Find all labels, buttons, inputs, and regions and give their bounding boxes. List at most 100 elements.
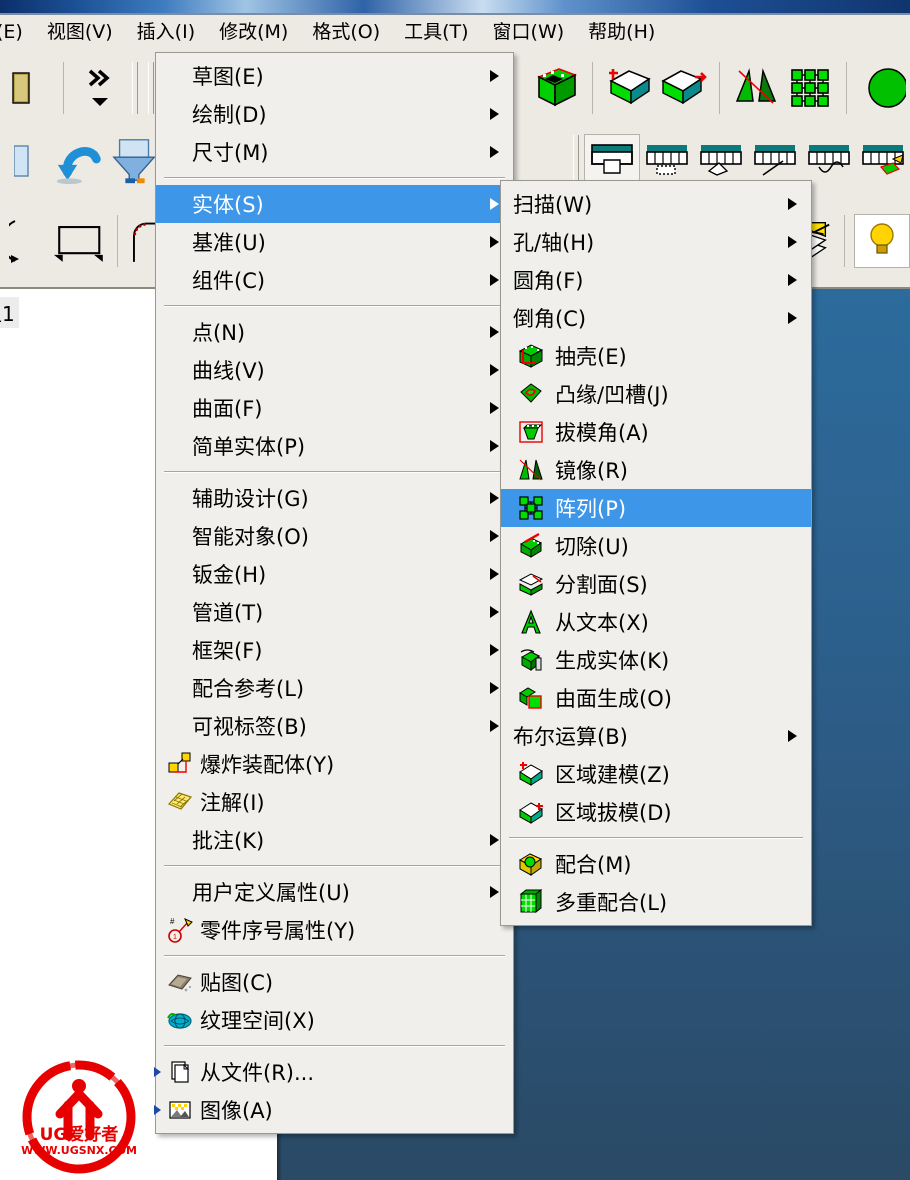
- menu-item-sheet-metal[interactable]: 钣金(H): [156, 555, 513, 593]
- menu-item-piping[interactable]: 管道(T): [156, 593, 513, 631]
- menu-item-aided-design[interactable]: 辅助设计(G): [156, 479, 513, 517]
- menu-item-component[interactable]: 组件(C): [156, 261, 513, 299]
- menubar-help[interactable]: 帮助(H): [576, 20, 667, 44]
- cut-icon: [513, 528, 549, 564]
- menu-item-datum[interactable]: 基准(U): [156, 223, 513, 261]
- menu-item-curve[interactable]: 曲线(V): [156, 351, 513, 389]
- submenu-arrow-icon: [788, 274, 797, 286]
- menu-item-label: 由面生成(O): [555, 687, 672, 711]
- menu-item-label: 从文本(X): [555, 611, 649, 635]
- chevron-double-right-icon[interactable]: [73, 62, 127, 114]
- submenu-item-boolean[interactable]: 布尔运算(B): [501, 717, 811, 755]
- toolbar-separator: [719, 62, 720, 114]
- submenu-item-split-face[interactable]: 分割面(S): [501, 565, 811, 603]
- menu-separator: [164, 865, 505, 867]
- pattern-grid-icon[interactable]: [783, 62, 837, 114]
- arc-icon[interactable]: [0, 215, 54, 267]
- menu-item-point[interactable]: 点(N): [156, 313, 513, 351]
- toolbar-grip[interactable]: [132, 62, 138, 114]
- menu-item-explode-asm[interactable]: 爆炸装配体(Y): [156, 745, 513, 783]
- menu-item-annotation[interactable]: 注解(I): [156, 783, 513, 821]
- menu-item-label: 可视标签(B): [192, 715, 307, 739]
- toolbar-grip[interactable]: [148, 62, 154, 114]
- feature-tree-item[interactable]: 型1: [0, 297, 19, 328]
- submenu-arrow-icon: [490, 530, 499, 542]
- menubar-view[interactable]: 视图(V): [35, 20, 125, 44]
- menu-item-label: 框架(F): [192, 639, 263, 663]
- menu-item-simple-solid[interactable]: 简单实体(P): [156, 427, 513, 465]
- sketch-rect-icon[interactable]: [0, 135, 54, 187]
- menu-item-label: 生成实体(K): [555, 649, 670, 673]
- menubar-modify[interactable]: 修改(M): [207, 20, 300, 44]
- menubar-edit[interactable]: (E): [0, 20, 35, 44]
- menu-item-label: 注解(I): [200, 791, 265, 815]
- menu-item-texture-space[interactable]: 纹理空间(X): [156, 1001, 513, 1039]
- toolbar-separator: [592, 62, 593, 114]
- explode-assembly-icon: [162, 746, 198, 782]
- menubar-format[interactable]: 格式(O): [300, 20, 392, 44]
- menu-item-label: 圆角(F): [513, 269, 584, 293]
- extrude-solid-icon[interactable]: [529, 62, 583, 114]
- menu-item-label: 零件序号属性(Y): [200, 919, 356, 943]
- menu-item-comment[interactable]: 批注(K): [156, 821, 513, 859]
- lightbulb-icon[interactable]: [854, 214, 910, 268]
- funnel-dimension-icon[interactable]: [108, 135, 162, 187]
- menu-item-sketch[interactable]: 草图(E): [156, 57, 513, 95]
- menu-item-smart-object[interactable]: 智能对象(O): [156, 517, 513, 555]
- submenu-item-region-draft[interactable]: 区域拔模(D): [501, 793, 811, 831]
- sphere-icon[interactable]: [856, 62, 910, 114]
- submenu-item-from-faces[interactable]: 由面生成(O): [501, 679, 811, 717]
- submenu-item-multi-mate[interactable]: 多重配合(L): [501, 883, 811, 921]
- menu-item-user-property[interactable]: 用户定义属性(U): [156, 873, 513, 911]
- menu-bar[interactable]: (E)视图(V)插入(I)修改(M)格式(O)工具(T)窗口(W)帮助(H): [0, 15, 910, 50]
- menu-item-frame[interactable]: 框架(F): [156, 631, 513, 669]
- submenu-item-rib-groove[interactable]: 凸缘/凹槽(J): [501, 375, 811, 413]
- menu-item-label: 钣金(H): [192, 563, 267, 587]
- menubar-window[interactable]: 窗口(W): [481, 20, 577, 44]
- submenu-item-from-text[interactable]: 从文本(X): [501, 603, 811, 641]
- submenu-item-make-solid[interactable]: 生成实体(K): [501, 641, 811, 679]
- region-draft-icon: [513, 794, 549, 830]
- submenu-item-sweep[interactable]: 扫描(W): [501, 185, 811, 223]
- menu-item-from-file[interactable]: 从文件(R)...: [154, 1053, 513, 1091]
- menu-item-label: 抽壳(E): [555, 345, 627, 369]
- menu-item-label: 镜像(R): [555, 459, 628, 483]
- submenu-item-mate[interactable]: 配合(M): [501, 845, 811, 883]
- svg-text:1: 1: [173, 934, 177, 941]
- submenu-item-cut[interactable]: 切除(U): [501, 527, 811, 565]
- submenu-item-region-model[interactable]: 区域建模(Z): [501, 755, 811, 793]
- mirror-icon[interactable]: [729, 62, 783, 114]
- insert-dropdown-menu[interactable]: 草图(E) 绘制(D) 尺寸(M) 实体(S) 基准(U) 组件(C) 点(N) 曲线(V) 曲…: [154, 52, 514, 1134]
- menu-item-surface[interactable]: 曲面(F): [156, 389, 513, 427]
- submenu-item-pattern[interactable]: 阵列(P): [501, 489, 811, 527]
- submenu-item-chamfer[interactable]: 倒角(C): [501, 299, 811, 337]
- shell-minus-icon[interactable]: [656, 62, 710, 114]
- submenu-item-fillet[interactable]: 圆角(F): [501, 261, 811, 299]
- menu-item-balloon-prop[interactable]: 1 # 零件序号属性(Y): [156, 911, 513, 949]
- rectangle-icon[interactable]: [54, 215, 108, 267]
- toolbar-separator: [846, 62, 847, 114]
- menu-item-solid[interactable]: 实体(S): [156, 185, 513, 223]
- watermark-logo: UG爱好者 WWW.UGSNX.COM: [20, 1058, 138, 1176]
- submenu-item-draft[interactable]: 拔模角(A): [501, 413, 811, 451]
- menu-item-label: 曲线(V): [192, 359, 265, 383]
- menu-item-decal[interactable]: 贴图(C): [156, 963, 513, 1001]
- submenu-item-mirror[interactable]: 镜像(R): [501, 451, 811, 489]
- section-wave-icon[interactable]: [856, 135, 910, 187]
- menu-separator: [164, 177, 505, 179]
- menu-item-visual-tag[interactable]: 可视标签(B): [156, 707, 513, 745]
- submenu-item-hole-shaft[interactable]: 孔/轴(H): [501, 223, 811, 261]
- solid-submenu[interactable]: 扫描(W) 孔/轴(H) 圆角(F) 倒角(C) 抽壳(E) 凸缘/凹槽(J) 拔模角(A)…: [500, 180, 812, 926]
- submenu-item-shell[interactable]: 抽壳(E): [501, 337, 811, 375]
- menu-item-draw[interactable]: 绘制(D): [156, 95, 513, 133]
- menu-item-image[interactable]: 图像(A): [154, 1091, 513, 1129]
- watermark-url: WWW.UGSNX.COM: [21, 1144, 137, 1157]
- menu-item-dimension[interactable]: 尺寸(M): [156, 133, 513, 171]
- menu-item-mate-ref[interactable]: 配合参考(L): [156, 669, 513, 707]
- shell-plus-icon[interactable]: [602, 62, 656, 114]
- pattern-icon: [513, 490, 549, 526]
- menubar-tools[interactable]: 工具(T): [392, 20, 480, 44]
- menubar-insert[interactable]: 插入(I): [125, 20, 207, 44]
- undo-arrow-icon[interactable]: [54, 135, 108, 187]
- document-icon[interactable]: [0, 62, 54, 114]
